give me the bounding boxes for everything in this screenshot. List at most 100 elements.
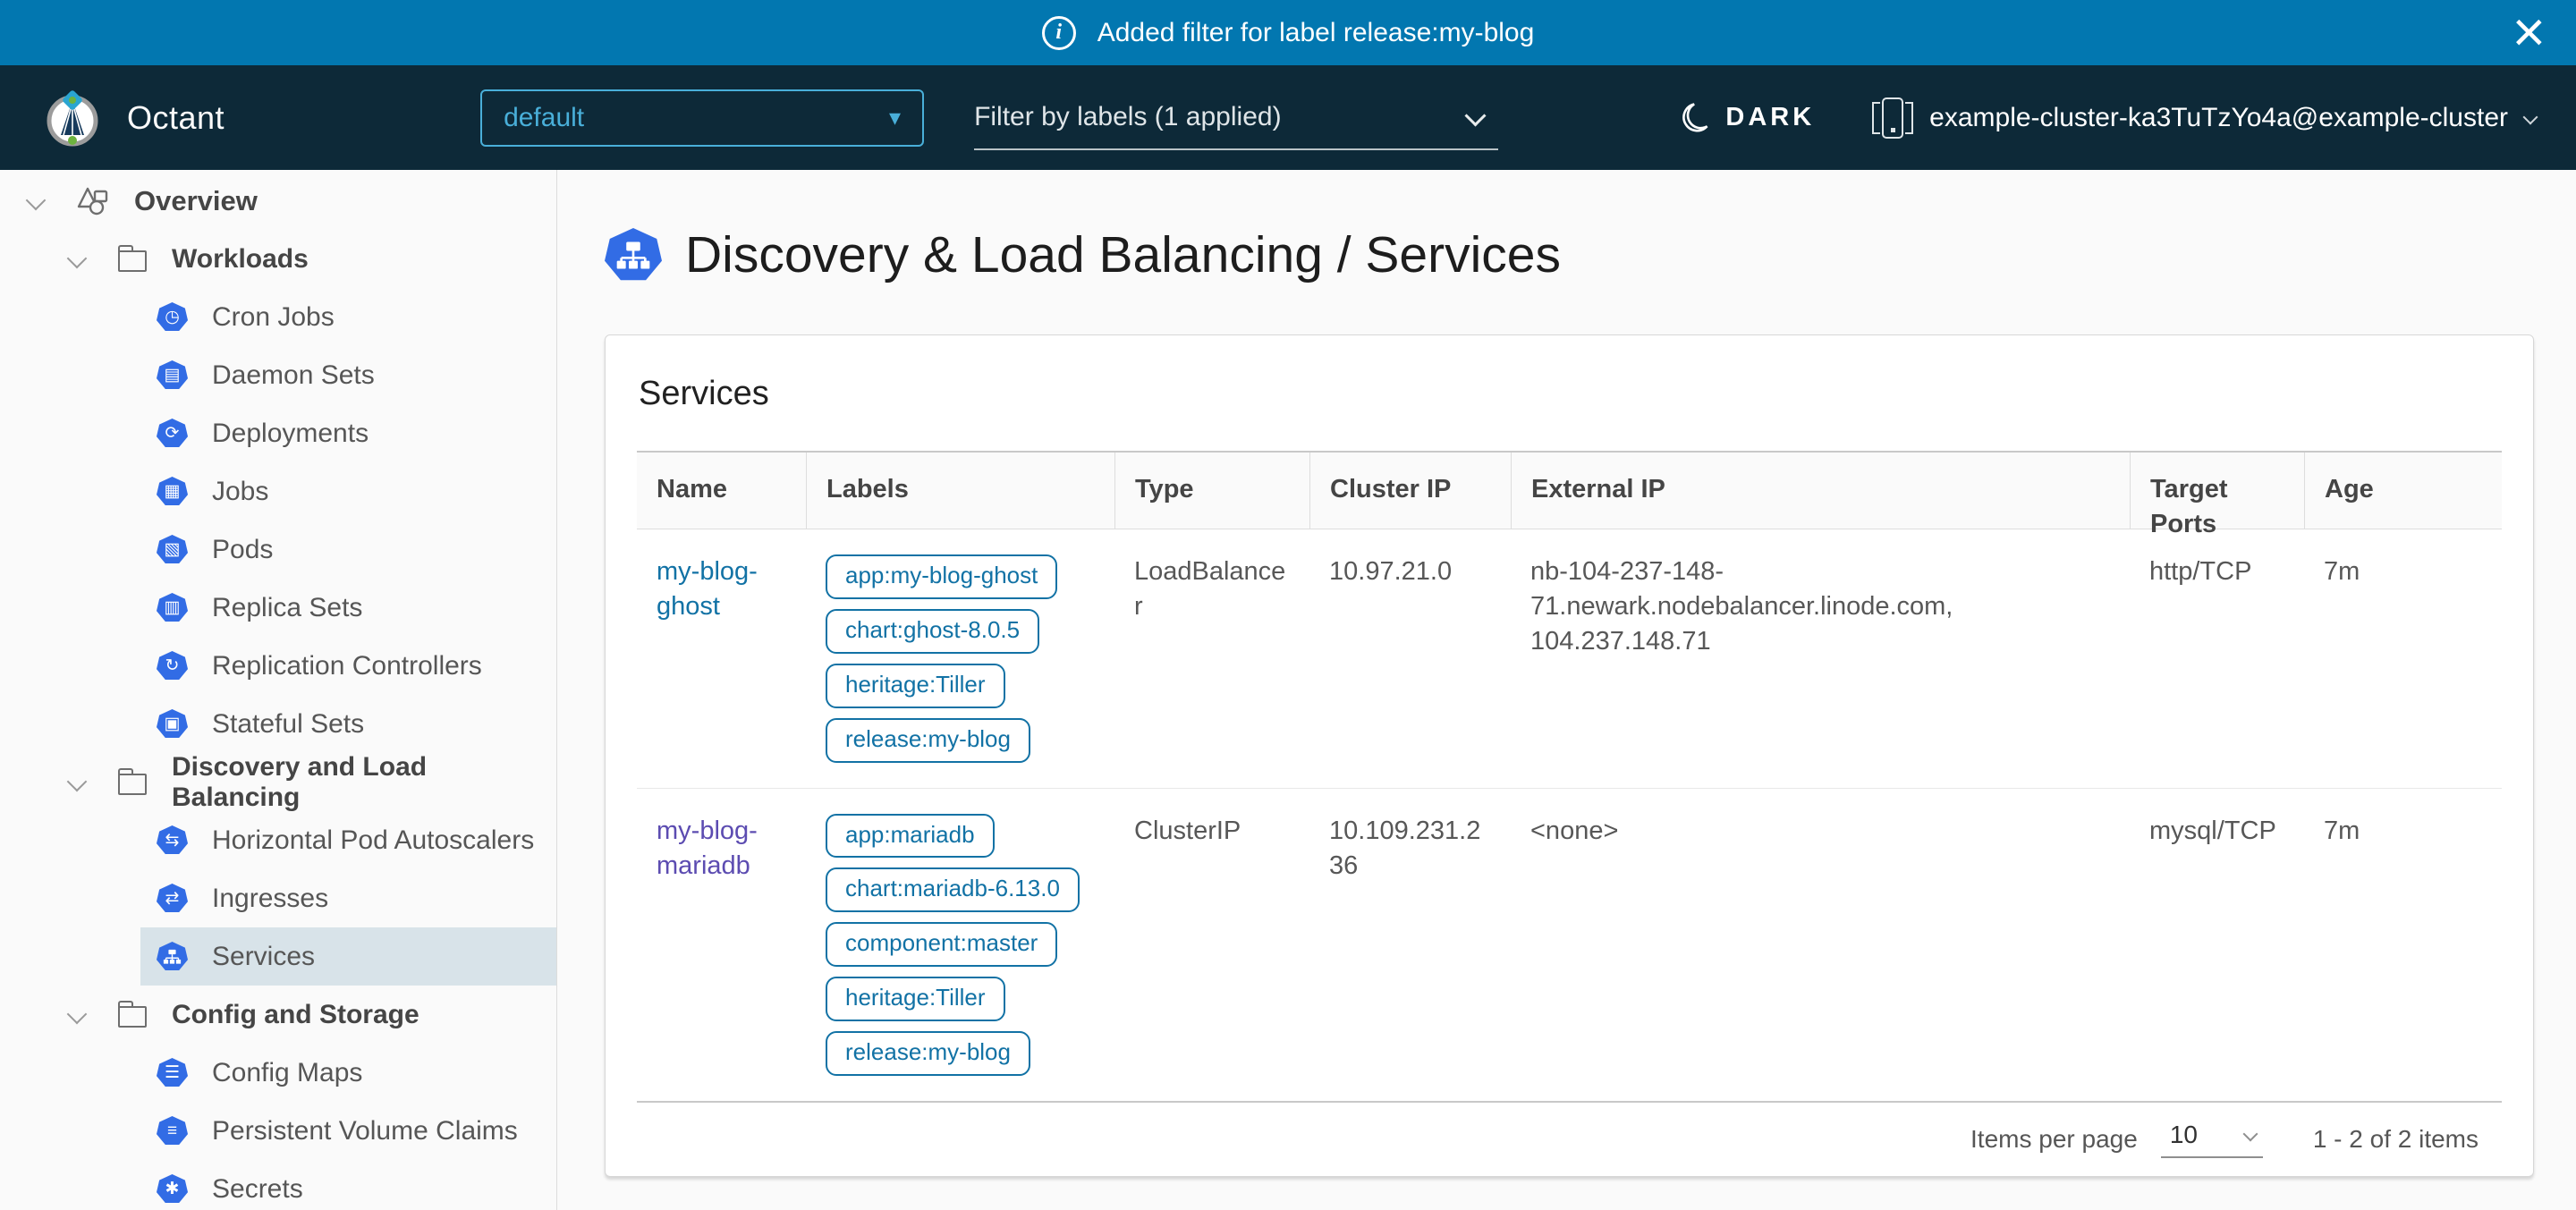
label-pill[interactable]: app:mariadb (826, 814, 995, 859)
items-per-page-value: 10 (2170, 1121, 2198, 1149)
pods-icon: ▧ (157, 535, 188, 564)
sidebar-item-replication-controllers[interactable]: ↻ Replication Controllers (140, 637, 557, 695)
sidebar-item-label: Deployments (212, 419, 369, 449)
jobs-icon: ▦ (157, 477, 188, 506)
chevron-down-icon (25, 191, 48, 211)
sidebar-group-discovery-and-load-balancing[interactable]: Discovery and Load Balancing (0, 753, 556, 811)
service-link-my-blog-mariadb[interactable]: my-blog-mariadb (657, 817, 758, 880)
secrets-icon: ✱ (157, 1174, 188, 1204)
sidebar-item-label: Cron Jobs (212, 302, 335, 333)
cell-type: LoadBalancer (1114, 529, 1309, 788)
sidebar-item-label: Services (212, 942, 315, 972)
label-pill[interactable]: component:master (826, 922, 1057, 967)
sidebar-item-secrets[interactable]: ✱ Secrets (140, 1160, 557, 1210)
sidebar-item-label: Daemon Sets (212, 360, 375, 391)
cell-external-ip: <none> (1511, 789, 2130, 1101)
items-per-page-label: Items per page (1970, 1125, 2138, 1154)
card-title: Services (637, 335, 2502, 451)
chevron-down-icon (66, 773, 89, 792)
sidebar-item-jobs[interactable]: ▦ Jobs (140, 462, 557, 520)
sidebar-item-pods[interactable]: ▧ Pods (140, 520, 557, 579)
cell-age: 7m (2304, 529, 2502, 788)
applications-icon (75, 186, 111, 216)
services-card: Services Name Labels Type Cluster IP Ext… (605, 334, 2534, 1177)
label-pill[interactable]: chart:mariadb-6.13.0 (826, 867, 1080, 912)
sidebar-item-label: Overview (134, 185, 258, 217)
sidebar-item-deployments[interactable]: ⟳ Deployments (140, 404, 557, 462)
cluster-icon (1872, 97, 1913, 139)
sidebar-item-services[interactable]: Services (140, 927, 557, 986)
alert-message: Added filter for label release:my-blog (1097, 18, 1535, 48)
cluster-name: example-cluster-ka3TuTzYo4a@example-clus… (1929, 103, 2508, 133)
cell-age: 7m (2304, 789, 2502, 1101)
replica-sets-icon: ▥ (157, 593, 188, 622)
namespace-value: default (504, 103, 584, 133)
sidebar-item-config-maps[interactable]: ☰ Config Maps (140, 1044, 557, 1102)
page-title-text: Discovery & Load Balancing / Services (685, 225, 1561, 284)
chevron-down-icon (2524, 111, 2538, 125)
label-filter-input[interactable]: Filter by labels (1 applied) (974, 86, 1498, 150)
label-pill[interactable]: heritage:Tiller (826, 664, 1005, 708)
chevron-down-icon (2243, 1129, 2258, 1141)
octant-logo-icon (43, 89, 102, 148)
sidebar-item-stateful-sets[interactable]: ▣ Stateful Sets (140, 695, 557, 753)
table-header-row: Name Labels Type Cluster IP External IP … (637, 453, 2502, 529)
cell-type: ClusterIP (1114, 789, 1309, 1101)
column-header-type: Type (1114, 453, 1309, 529)
chevron-down-icon (1466, 108, 1484, 126)
label-pill[interactable]: chart:ghost-8.0.5 (826, 609, 1039, 654)
namespace-select[interactable]: default (480, 89, 924, 147)
column-header-labels: Labels (806, 453, 1114, 529)
cell-target-ports: mysql/TCP (2130, 789, 2304, 1101)
config-maps-icon: ☰ (157, 1058, 188, 1087)
sidebar-item-label: Secrets (212, 1174, 303, 1205)
label-pill[interactable]: release:my-blog (826, 718, 1030, 763)
column-header-cluster-ip: Cluster IP (1309, 453, 1511, 529)
sidebar-item-cron-jobs[interactable]: ◷ Cron Jobs (140, 288, 557, 346)
service-link-my-blog-ghost[interactable]: my-blog-ghost (657, 557, 758, 621)
cluster-selector[interactable]: example-cluster-ka3TuTzYo4a@example-clus… (1872, 97, 2538, 139)
cell-cluster-ip: 10.109.231.236 (1309, 789, 1511, 1101)
cell-cluster-ip: 10.97.21.0 (1309, 529, 1511, 788)
app-title: Octant (127, 99, 225, 137)
cell-external-ip: nb-104-237-148-71.newark.nodebalancer.li… (1511, 529, 2130, 788)
folder-icon (118, 1006, 147, 1028)
sidebar-group-config-and-storage[interactable]: Config and Storage (0, 986, 556, 1044)
folder-icon (118, 250, 147, 272)
label-pill[interactable]: heritage:Tiller (826, 977, 1005, 1021)
replication-controllers-icon: ↻ (157, 651, 188, 681)
sidebar-group-label: Config and Storage (172, 1000, 419, 1030)
theme-toggle-button[interactable]: DARK (1679, 101, 1815, 135)
sidebar-item-overview[interactable]: Overview (0, 172, 556, 230)
items-per-page-select[interactable]: 10 (2161, 1121, 2263, 1158)
label-pill[interactable]: release:my-blog (826, 1031, 1030, 1076)
sidebar-item-replica-sets[interactable]: ▥ Replica Sets (140, 579, 557, 637)
moon-icon (1679, 101, 1711, 135)
chevron-down-icon (66, 250, 89, 269)
daemon-sets-icon: ▤ (157, 360, 188, 390)
sidebar-item-horizontal-pod-autoscalers[interactable]: ⇆ Horizontal Pod Autoscalers (140, 811, 557, 869)
sidebar-nav: Overview Workloads ◷ Cron Jobs ▤ Daemon … (0, 170, 557, 1210)
app-header: Octant default Filter by labels (1 appli… (0, 65, 2576, 170)
sidebar-item-daemon-sets[interactable]: ▤ Daemon Sets (140, 346, 557, 404)
label-pill[interactable]: app:my-blog-ghost (826, 554, 1057, 599)
page-title: Discovery & Load Balancing / Services (605, 225, 2534, 284)
sidebar-item-label: Jobs (212, 477, 268, 507)
sidebar-group-workloads[interactable]: Workloads (0, 230, 556, 288)
info-icon (1042, 16, 1076, 50)
sidebar-item-label: Horizontal Pod Autoscalers (212, 825, 534, 856)
sidebar-item-label: Pods (212, 535, 273, 565)
sidebar-item-label: Stateful Sets (212, 709, 364, 740)
cron-jobs-icon: ◷ (157, 302, 188, 332)
sidebar-item-label: Config Maps (212, 1058, 362, 1088)
services-icon (605, 228, 662, 282)
chevron-down-icon (66, 1005, 89, 1025)
pagination-range: 1 - 2 of 2 items (2313, 1125, 2479, 1154)
theme-toggle-label: DARK (1725, 103, 1815, 132)
sidebar-item-ingresses[interactable]: ⇄ Ingresses (140, 869, 557, 927)
sidebar-item-label: Replication Controllers (212, 651, 482, 681)
column-header-name: Name (637, 453, 806, 529)
close-icon[interactable] (2512, 3, 2546, 60)
deployments-icon: ⟳ (157, 419, 188, 448)
sidebar-item-persistent-volume-claims[interactable]: ≡ Persistent Volume Claims (140, 1102, 557, 1160)
